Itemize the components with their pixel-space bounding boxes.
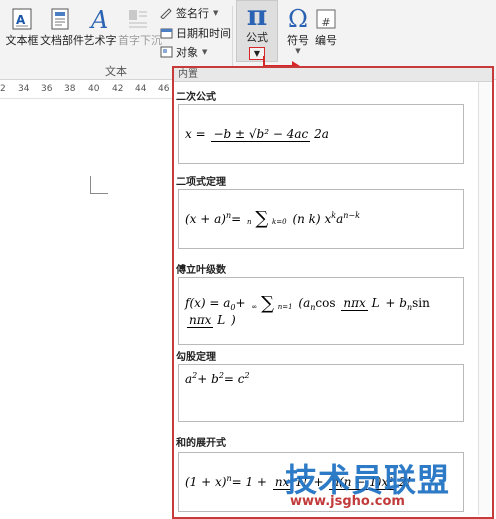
numerator: nπx (187, 312, 214, 328)
dropcap-icon (118, 4, 158, 34)
fraction: −b ± √b² − 4ac 2a (211, 126, 329, 142)
math-text: (1 + x) (185, 475, 227, 489)
summation: ∞ ∑ n=1 (251, 292, 293, 314)
textbox-label: 文本框 (5, 34, 39, 47)
equation-label: 公式 (246, 31, 268, 44)
dropcap-button[interactable]: 首字下沉 (118, 4, 162, 62)
equation-binomial[interactable]: (x + a)n = n ∑ k=0 (n k) xkan−k (178, 189, 464, 249)
numerator: −b ± √b² − 4ac (211, 126, 311, 142)
page-corner-mark (90, 193, 108, 194)
math-text: (a (298, 296, 311, 310)
math-text: ) (231, 312, 236, 327)
math-text: = c (223, 372, 245, 386)
section-title-fourier: 傅立叶级数 (176, 265, 226, 276)
sigma-icon: ∑ (261, 292, 274, 314)
binomial-formula: (x + a)n = n ∑ k=0 (n k) xkan−k (185, 210, 360, 228)
ruler-tick: 42 (112, 84, 124, 94)
denominator: L (371, 296, 380, 310)
calendar-icon (159, 27, 173, 39)
textbox-icon: A (2, 4, 42, 34)
ruler-tick: 40 (88, 84, 100, 94)
ruler-tick: 46 (158, 84, 170, 94)
fraction: nπx L (341, 296, 380, 311)
dropcap-label: 首字下沉 (118, 34, 162, 47)
sum-upper: n (247, 218, 252, 226)
math-text: + b (197, 372, 219, 386)
object-item[interactable]: 对象 ▼ (159, 43, 207, 60)
object-dropdown-icon: ▼ (202, 47, 208, 56)
math-sup: n−k (343, 210, 360, 220)
object-icon (159, 46, 173, 58)
denominator: 2a (314, 126, 329, 141)
math-text: (x + a) (185, 211, 226, 226)
textbox-button[interactable]: A 文本框 (2, 4, 42, 62)
fourier-formula: f(x) = a0 + ∞ ∑ n=1 (an cos nπx L + bn s… (185, 292, 463, 328)
sum-lower: n=1 (277, 302, 293, 311)
object-label: 对象 (176, 45, 198, 59)
ruler-tick: 2 (0, 84, 6, 94)
sum-lower: k=0 (272, 218, 287, 226)
ruler-tick: 38 (64, 84, 76, 94)
doc-parts-button[interactable]: 文档部件 (40, 4, 84, 62)
ruler-tick: 36 (41, 84, 53, 94)
wordart-icon: A (80, 4, 120, 34)
pi-icon: π (246, 0, 268, 32)
doc-parts-label: 文档部件 (40, 34, 84, 47)
math-text: + (235, 296, 246, 310)
equation-fourier[interactable]: f(x) = a0 + ∞ ∑ n=1 (an cos nπx L + bn s… (178, 277, 464, 345)
binomial-coefficient: (n k) (292, 211, 321, 226)
number-glyph: # (321, 16, 331, 29)
math-text: a (336, 211, 344, 226)
wordart-button[interactable]: A 艺术字 (80, 4, 120, 62)
number-button[interactable]: # 编号 (306, 4, 346, 62)
signature-line-item[interactable]: 签名行 ▼ (159, 4, 218, 21)
numerator: nπx (341, 296, 368, 311)
sigma-icon: ∑ (255, 208, 269, 229)
signature-label: 签名行 (176, 6, 209, 20)
ruler-tick: 34 (18, 84, 30, 94)
number-label: 编号 (315, 34, 337, 47)
section-title-sum-expansion: 和的展开式 (176, 438, 226, 449)
sum-upper: ∞ (251, 302, 258, 311)
wordart-label: 艺术字 (83, 34, 117, 47)
section-title-binomial: 二项式定理 (176, 177, 226, 188)
chevron-down-icon: ▼ (253, 49, 261, 58)
gallery-scrollbar[interactable] (478, 82, 490, 515)
ruler: 2 34 36 38 40 42 44 46 (0, 81, 175, 99)
fraction: nπx L (187, 313, 225, 328)
summation: n ∑ k=0 (247, 210, 287, 228)
svg-text:A: A (89, 6, 108, 32)
ruler-tick: 44 (135, 84, 147, 94)
equation-quadratic[interactable]: x = −b ± √b² − 4ac 2a (178, 104, 464, 164)
math-text: f(x) = a (185, 296, 231, 310)
watermark-url: www.jsgho.com (290, 494, 405, 509)
equation-pythagorean[interactable]: a2 + b2 = c2 (178, 364, 464, 422)
page-corner-mark (90, 176, 91, 194)
signature-dropdown-icon: ▼ (213, 8, 219, 17)
quadratic-formula: x = −b ± √b² − 4ac 2a (185, 127, 331, 142)
math-text: + b (385, 296, 407, 310)
gallery-header: 内置 (174, 68, 492, 82)
denominator: L (217, 312, 226, 327)
section-title-pythagorean: 勾股定理 (176, 352, 216, 363)
signature-icon (159, 7, 173, 19)
svg-text:A: A (16, 13, 26, 27)
math-func: sin (412, 296, 430, 310)
math-text: x (324, 211, 332, 226)
math-text: = (231, 211, 242, 226)
datetime-label: 日期和时间 (176, 26, 231, 40)
doc-parts-icon (40, 4, 80, 34)
datetime-item[interactable]: 日期和时间 (159, 24, 231, 41)
math-sup: 2 (244, 371, 250, 380)
math-text: x = (185, 126, 206, 141)
pythagorean-formula: a2 + b2 = c2 (185, 371, 250, 386)
section-title-quadratic: 二次公式 (176, 92, 216, 103)
equation-gallery: 内置 二次公式 x = −b ± √b² − 4ac 2a 二项式定理 (x +… (172, 66, 494, 519)
math-text: = 1 + (231, 475, 267, 489)
math-func: cos (315, 296, 336, 310)
